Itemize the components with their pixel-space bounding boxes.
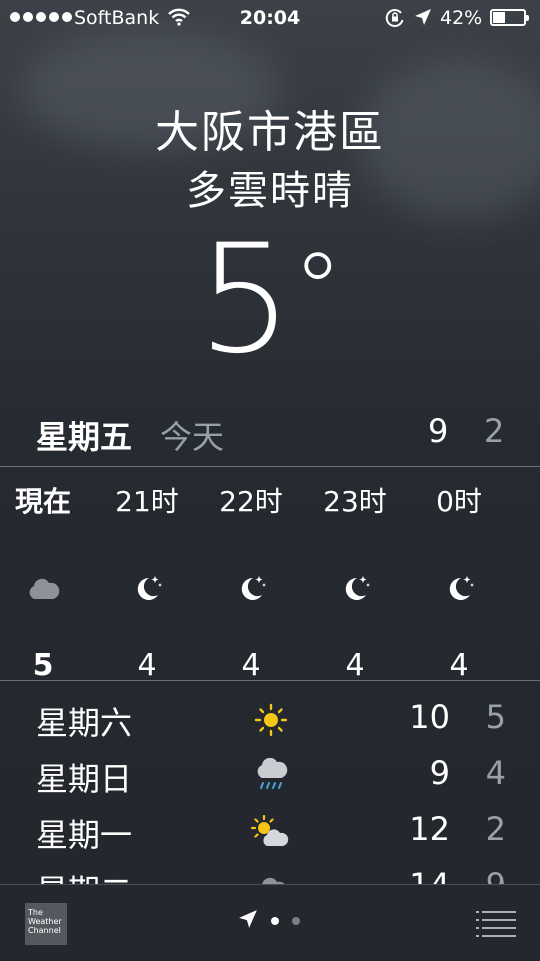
hour-temperature: 5 (32, 648, 54, 683)
rotation-lock-icon (385, 8, 405, 33)
battery-percentage: 42% (440, 7, 483, 29)
hour-label: 23时 (323, 485, 387, 518)
daily-row: 星期六 10 5 (0, 694, 540, 750)
today-day-name: 星期五 (36, 418, 133, 456)
city-list-icon[interactable] (476, 909, 516, 939)
hour-temperature: 4 (137, 648, 157, 683)
hour-label: 0时 (436, 485, 482, 518)
divider (0, 466, 540, 467)
page-dot[interactable] (292, 917, 300, 925)
location-services-icon (414, 8, 432, 31)
logo-line: The (28, 908, 43, 917)
today-high: 9 (428, 412, 449, 450)
day-name: 星期六 (36, 704, 133, 742)
cloud-rain-icon (248, 756, 294, 796)
temperature-value: 5 (197, 213, 293, 387)
day-high: 12 (409, 810, 450, 848)
day-low: 9 (486, 866, 506, 884)
status-bar: SoftBank 20:04 42% (0, 0, 540, 36)
today-low: 2 (484, 412, 505, 450)
today-summary-row: 星期五 今天 9 2 (0, 412, 540, 458)
day-high: 14 (409, 866, 450, 884)
moon-stars-icon (95, 564, 199, 614)
hour-temperature: 4 (241, 648, 261, 683)
day-high: 10 (409, 698, 450, 736)
hour-label: 22时 (219, 485, 283, 518)
page-dot[interactable] (271, 917, 279, 925)
moon-stars-icon (407, 564, 511, 614)
hourly-item: 現在 5 (0, 480, 95, 683)
daily-row: 星期一 12 2 (0, 806, 540, 862)
day-name: 星期二 (36, 866, 132, 884)
moon-stars-icon (199, 564, 303, 614)
logo-line: Channel (28, 926, 61, 935)
moon-stars-icon (303, 564, 407, 614)
day-high: 9 (429, 754, 450, 792)
city-name: 大阪市港區 (155, 107, 385, 158)
current-temperature: 5° (0, 225, 540, 375)
hourly-item: 0时 4 (407, 480, 511, 683)
weather-channel-logo[interactable]: The Weather Channel (25, 903, 67, 945)
daily-row: 星期日 9 4 (0, 750, 540, 806)
day-low: 4 (485, 754, 506, 792)
today-label: 今天 (160, 418, 225, 456)
cloud-icon (248, 868, 294, 884)
sun-cloud-icon (248, 812, 294, 852)
hourly-item: 23时 4 (303, 480, 407, 683)
hourly-item: 21时 4 (95, 480, 199, 683)
hour-label: 21时 (115, 485, 179, 518)
hour-label: 現在 (14, 485, 71, 518)
divider (0, 680, 540, 681)
hour-temperature: 4 (345, 648, 365, 683)
battery-icon (490, 9, 529, 26)
sun-icon (248, 700, 294, 740)
current-location-icon[interactable] (238, 909, 258, 933)
day-name: 星期日 (36, 760, 133, 798)
daily-forecast-list[interactable]: 星期六105星期日94星期一122星期二149 (0, 694, 540, 884)
degree-symbol: ° (292, 231, 343, 348)
day-name: 星期一 (36, 816, 133, 854)
bottom-toolbar: The Weather Channel (0, 884, 540, 961)
weather-condition: 多雲時晴 (186, 168, 354, 214)
hourly-item: 22时 4 (199, 480, 303, 683)
day-low: 5 (485, 698, 506, 736)
cloud-icon (0, 564, 95, 614)
daily-row: 星期二 14 9 (0, 862, 540, 884)
day-low: 2 (485, 810, 506, 848)
hour-temperature: 4 (449, 648, 469, 683)
logo-line: Weather (28, 917, 62, 926)
